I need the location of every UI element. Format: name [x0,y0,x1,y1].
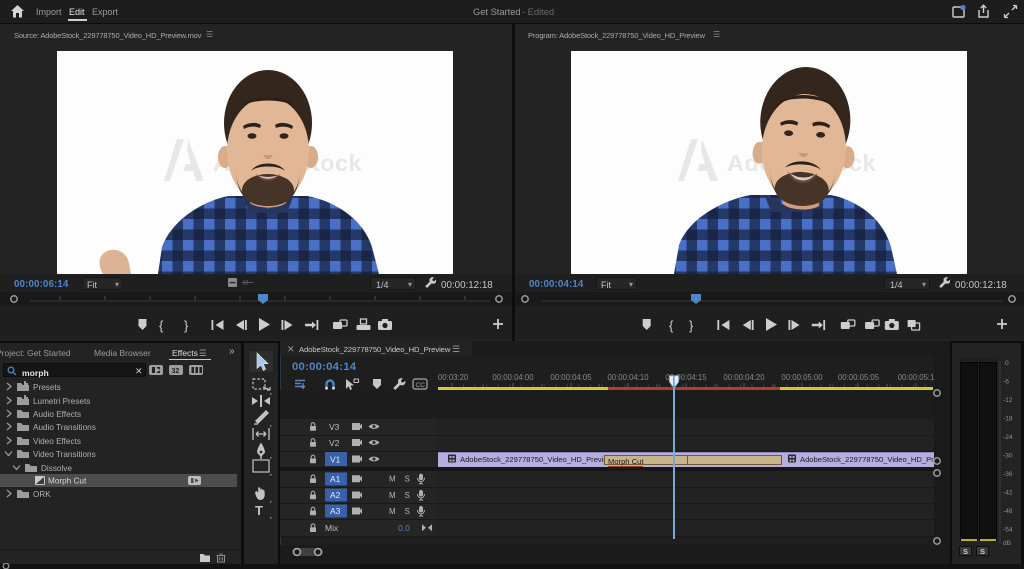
svg-text:-24: -24 [1003,434,1013,441]
svg-text:AdobeStock_229778750_Video_HD_: AdobeStock_229778750_Video_HD_Preview.mo [460,455,625,464]
svg-text:S: S [405,507,410,516]
svg-text:}: } [184,318,189,333]
svg-text:M: M [389,491,396,500]
svg-text:-42: -42 [1003,490,1013,497]
svg-text:Audio Transitions: Audio Transitions [33,423,96,432]
svg-text::00:03:20: :00:03:20 [438,373,469,382]
svg-text:Video Effects: Video Effects [33,437,81,446]
svg-text:Audio Effects: Audio Effects [33,410,81,419]
svg-text:{: { [159,318,164,333]
svg-text:32: 32 [172,368,180,375]
svg-text:-6: -6 [1003,379,1009,386]
svg-text:00:00:04:10: 00:00:04:10 [607,373,649,382]
svg-text:-36: -36 [1003,471,1013,478]
svg-text:-48: -48 [1003,508,1013,515]
svg-text:-54: -54 [1003,527,1013,534]
svg-text:00:00:05:1: 00:00:05:1 [898,373,935,382]
svg-text:00:00:04:00: 00:00:04:00 [492,373,534,382]
svg-text:}: } [689,318,694,333]
svg-text:ORK: ORK [33,490,51,499]
svg-text:00:00:04:20: 00:00:04:20 [723,373,765,382]
svg-text:AdobeStock_229778750_Video_HD_: AdobeStock_229778750_Video_HD_Preview.m [800,455,934,464]
svg-text:-18: -18 [1003,416,1013,423]
svg-text:CC: CC [416,382,426,389]
svg-text:M: M [389,475,396,484]
svg-text:T: T [255,503,263,518]
svg-text:Lumetri Presets: Lumetri Presets [33,397,90,406]
svg-text:Dissolve: Dissolve [41,464,72,473]
svg-text:A2: A2 [330,490,341,500]
svg-text:00:00:05:00: 00:00:05:00 [781,373,823,382]
svg-text:V1: V1 [330,455,341,465]
svg-text:S: S [405,491,410,500]
svg-text:S: S [405,475,410,484]
svg-text:0: 0 [1005,360,1009,367]
svg-text:00:00:05:05: 00:00:05:05 [838,373,880,382]
svg-text:A1: A1 [330,474,341,484]
svg-text:-30: -30 [1003,453,1013,460]
svg-text:Mix: Mix [325,523,339,533]
svg-text:Morph Cut: Morph Cut [48,476,87,485]
svg-text:00:00:04:05: 00:00:04:05 [550,373,592,382]
svg-text:dB: dB [1003,540,1012,547]
svg-text:A3: A3 [330,506,341,516]
svg-text:{: { [669,318,674,333]
svg-text:-12: -12 [1003,397,1013,404]
svg-text:M: M [389,507,396,516]
svg-text:Video Transitions: Video Transitions [33,450,96,459]
svg-text:V3: V3 [329,422,340,432]
svg-text:0.0: 0.0 [398,523,410,533]
svg-text:Presets: Presets [33,383,61,392]
svg-text:V2: V2 [329,438,340,448]
